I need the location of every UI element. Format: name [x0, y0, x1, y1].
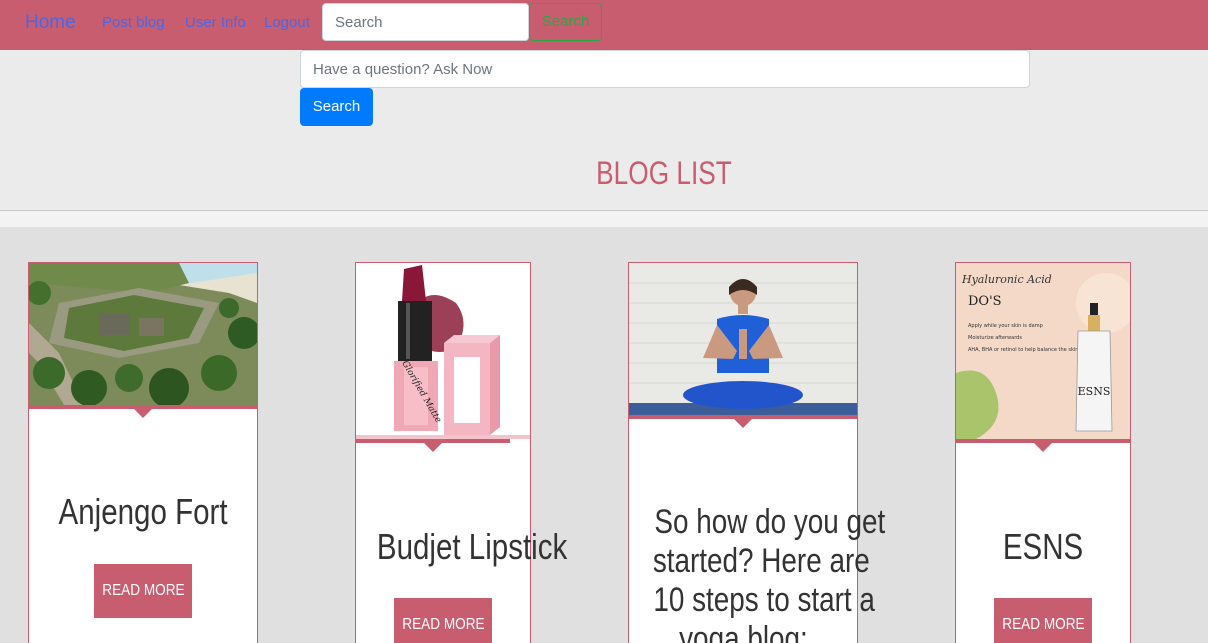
lipstick-image[interactable]: Glorified Matte [356, 263, 530, 439]
aerial-fort-image[interactable] [29, 263, 257, 405]
serum-subheading: DO'S [968, 294, 1002, 309]
nav-logout-link[interactable]: Logout [264, 13, 310, 33]
yoga-image[interactable] [629, 263, 857, 415]
ask-search-button[interactable]: Search [300, 88, 373, 126]
card-title-line: So how do you get [654, 503, 886, 541]
serum-ad-image[interactable]: Hyaluronic Acid DO'S Apply while your sk… [956, 263, 1130, 439]
nav-user-info-link[interactable]: User Info [185, 13, 246, 33]
nav-search-input[interactable] [322, 3, 529, 41]
read-more-button[interactable]: READ MORE [94, 564, 192, 618]
section-separator [0, 211, 1208, 227]
serum-bullet: Apply while your skin is damp [968, 323, 1043, 329]
read-more-button[interactable]: READ MORE [394, 598, 492, 643]
read-more-button[interactable]: READ MORE [994, 598, 1092, 643]
card-arrow [734, 419, 752, 428]
nav-post-blog-link[interactable]: Post blog [102, 13, 165, 33]
serum-bullet: Moisturize afterwards [968, 335, 1022, 341]
card-title-line: started? Here are [652, 542, 870, 580]
blog-card-yoga: So how do you get started? Here are 10 s… [628, 262, 885, 643]
bottle-label: ESNS [1078, 385, 1111, 398]
page-title: BLOG LIST [596, 155, 732, 191]
card-title: ESNS [1002, 526, 1084, 567]
card-arrow [424, 443, 442, 452]
card-title-line: yoga blog: [678, 620, 808, 643]
blog-card-esns: Hyaluronic Acid DO'S Apply while your sk… [955, 262, 1131, 643]
card-title: So how do you get started? Here are 10 s… [629, 503, 885, 643]
navbar: Home Post blog User Info Logout Search [0, 0, 1208, 50]
card-arrow [1034, 443, 1052, 452]
blog-card-anjengo: Anjengo Fort READ MORE [28, 262, 258, 643]
ask-question-input[interactable] [300, 50, 1030, 88]
nav-home-link[interactable]: Home [25, 11, 76, 35]
serum-heading: Hyaluronic Acid [961, 273, 1052, 286]
nav-search-button[interactable]: Search [529, 3, 602, 41]
blog-card-lipstick: Glorified Matte Budjet Lipstick READ MOR… [355, 262, 568, 643]
serum-bullet: AHA, BHA or retinol to help balance the … [968, 347, 1078, 353]
card-title-line: 10 steps to start a [653, 581, 875, 619]
card-title: Budjet Lipstick [376, 526, 568, 567]
card-title: Anjengo Fort [58, 491, 228, 532]
card-arrow [134, 409, 152, 418]
